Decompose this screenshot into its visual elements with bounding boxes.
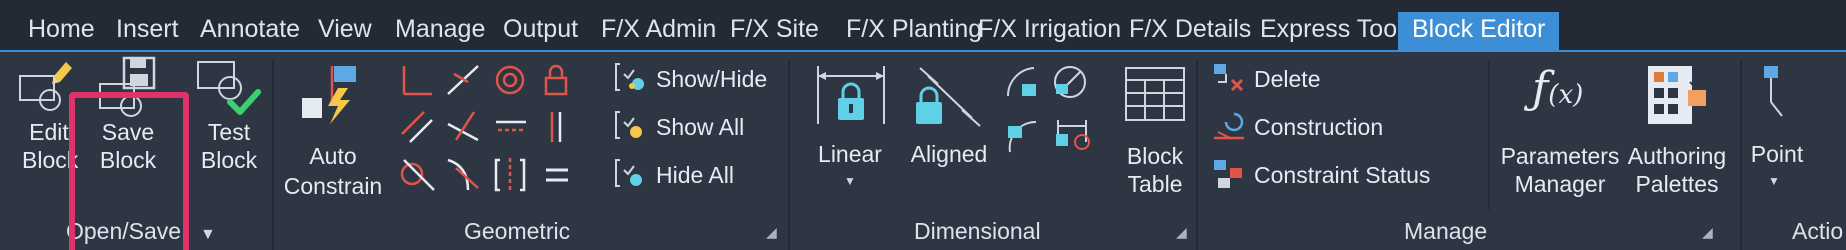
concentric-icon[interactable] [495,65,525,95]
edit-block-label-2: Block [22,147,79,173]
tab-fx-irrigation[interactable]: F/X Irrigation [978,14,1121,44]
panel-divider [788,60,790,250]
constraint-status-icon [1214,160,1242,188]
construction-label: Construction [1254,114,1384,140]
parameters-manager-label-2: Manager [1514,171,1606,197]
ribbon: Edit Block Save Block Test Block Open/Sa… [0,50,1846,250]
convert-icon[interactable] [1056,120,1090,150]
auto-constrain-label-1: Auto [309,143,357,169]
tab-home[interactable]: Home [28,14,95,44]
dimensional-small-grid[interactable] [1004,62,1096,158]
linear-label: Linear [818,141,882,167]
constraint-status-label: Constraint Status [1254,162,1431,188]
panel-title-dimensional[interactable]: Dimensional [914,218,1041,245]
test-block-icon [197,61,261,115]
fix-lock-icon[interactable] [544,64,568,96]
radius-icon[interactable] [1008,120,1037,153]
smooth-icon[interactable] [447,158,479,191]
aligned-icon [916,67,981,127]
tab-express-tools[interactable]: Express Tools [1260,14,1415,44]
test-block-label-2: Block [200,147,258,173]
block-table-icon [1125,67,1185,121]
show-all-label: Show All [656,114,745,140]
panel-expand-icon[interactable]: ▼ [200,226,216,244]
dialog-launcher-icon[interactable]: ◢ [1702,224,1713,241]
angular-icon[interactable] [1006,67,1036,97]
linear-dropdown-icon[interactable]: ▼ [844,174,856,188]
point-label: Point [1750,141,1804,167]
function-fx-icon: ƒ(x) [1532,63,1584,114]
edit-block-icon [19,62,72,111]
panel-divider [1740,60,1742,250]
horizontal-icon[interactable] [496,120,526,132]
ribbon-tab-strip: Home Insert Annotate View Manage Output … [0,0,1846,50]
panel-title-manage[interactable]: Manage [1404,218,1487,245]
hide-all-label: Hide All [656,162,734,188]
panel-subdivider [1488,60,1490,210]
tab-output[interactable]: Output [503,14,578,44]
point-dropdown-icon[interactable]: ▼ [1768,174,1780,188]
point-parameter-icon [1764,66,1783,117]
panel-divider [1196,60,1198,250]
save-block-highlight-frame [69,92,189,250]
show-hide-label: Show/Hide [656,66,768,92]
equal-icon[interactable] [546,168,568,182]
delete-icon [1214,64,1244,92]
show-all-icon [615,111,642,139]
coincident-icon[interactable] [402,66,432,96]
auto-constrain-icon [302,66,356,124]
hide-all-icon [615,159,642,187]
perpendicular-icon[interactable] [447,111,479,142]
linear-icon [817,66,885,124]
tab-manage[interactable]: Manage [395,14,485,44]
show-hide-icon [615,63,644,91]
tab-fx-details[interactable]: F/X Details [1129,14,1251,44]
authoring-palettes-label-2: Palettes [1635,171,1719,197]
tangent-icon[interactable] [400,159,435,191]
collinear-icon[interactable] [447,65,479,95]
tab-insert[interactable]: Insert [116,14,179,44]
symmetric-icon[interactable] [494,158,526,192]
parallel-icon[interactable] [401,111,433,143]
tab-fx-admin[interactable]: F/X Admin [601,14,716,44]
panel-title-geometric[interactable]: Geometric [464,218,570,245]
tab-view[interactable]: View [318,14,372,44]
panel-divider [272,60,274,250]
panel-title-action[interactable]: Actio [1792,218,1843,245]
block-table-label-2: Table [1127,171,1183,197]
tab-fx-planting[interactable]: F/X Planting [846,14,982,44]
auto-constrain-label-2: Constrain [283,173,383,199]
dialog-launcher-icon[interactable]: ◢ [766,224,777,241]
construction-icon [1214,112,1244,140]
vertical-icon[interactable] [550,112,562,142]
delete-label: Delete [1254,66,1321,92]
dialog-launcher-icon[interactable]: ◢ [1176,224,1187,241]
tab-fx-site[interactable]: F/X Site [730,14,819,44]
aligned-label: Aligned [910,141,988,167]
diameter-icon[interactable] [1054,66,1086,98]
tab-annotate[interactable]: Annotate [200,14,300,44]
tab-block-editor[interactable]: Block Editor [1398,12,1560,50]
authoring-palettes-icon [1648,66,1706,124]
geometric-constraints-grid[interactable] [398,60,578,210]
